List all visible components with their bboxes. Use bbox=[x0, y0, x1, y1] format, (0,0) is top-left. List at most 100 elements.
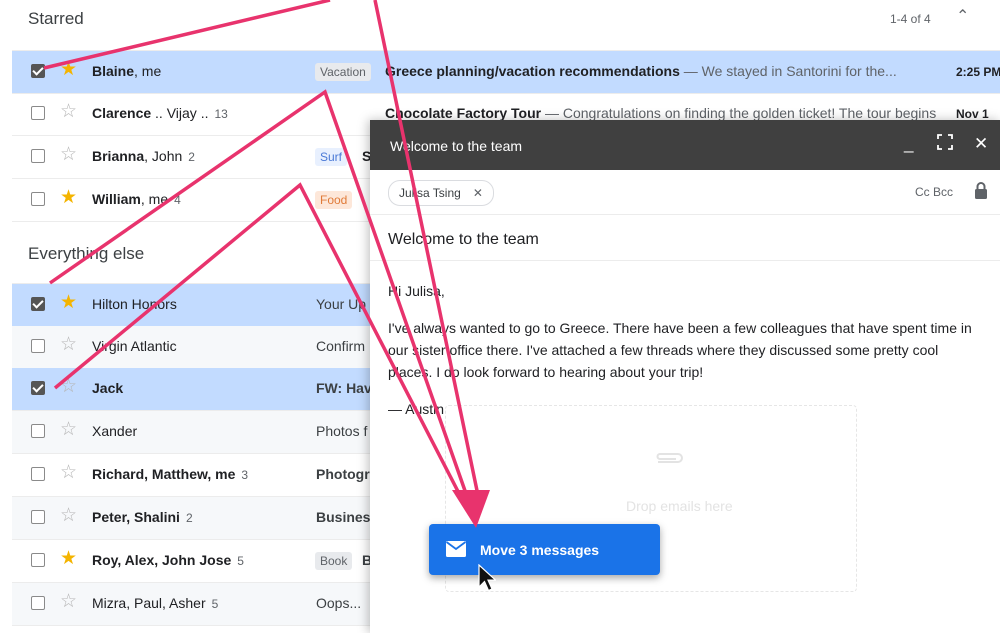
sender-primary: Peter, Shalini bbox=[92, 509, 180, 525]
star-icon[interactable]: ★ bbox=[60, 293, 77, 313]
subject-text: Photogr bbox=[316, 466, 370, 482]
sender-name: William, me 4 bbox=[92, 191, 181, 207]
lock-icon[interactable] bbox=[974, 182, 988, 205]
body-paragraph: I've always wanted to go to Greece. Ther… bbox=[388, 320, 972, 380]
sender-primary: Xander bbox=[92, 423, 138, 439]
paperclip-icon bbox=[652, 450, 686, 471]
close-icon[interactable]: ✕ bbox=[974, 134, 988, 154]
fullscreen-icon[interactable] bbox=[937, 134, 953, 155]
label-chip[interactable]: Surf bbox=[315, 148, 348, 166]
chevron-up-icon[interactable]: ⌃ bbox=[956, 6, 969, 26]
sender-primary: Clarence bbox=[92, 105, 152, 121]
subject-text: Photos f bbox=[316, 423, 368, 439]
label-chip[interactable]: Book bbox=[315, 552, 353, 570]
drop-zone-text: Drop emails here bbox=[626, 498, 733, 514]
star-icon[interactable]: ☆ bbox=[60, 145, 77, 165]
mouse-cursor-icon bbox=[478, 563, 498, 597]
sender-primary: Hilton Honors bbox=[92, 296, 177, 312]
sender-name: Brianna, John 2 bbox=[92, 148, 195, 164]
select-checkbox[interactable] bbox=[31, 553, 45, 567]
recipients-row[interactable]: Julisa Tsing ✕ Cc Bcc bbox=[370, 170, 1000, 215]
sender-name: Virgin Atlantic bbox=[92, 338, 177, 354]
thread-count: 4 bbox=[174, 193, 181, 207]
select-checkbox[interactable] bbox=[31, 192, 45, 206]
pagination-count: 1-4 of 4 bbox=[890, 12, 931, 26]
star-icon[interactable]: ☆ bbox=[60, 335, 77, 355]
date-text: 2:25 PM bbox=[956, 65, 1000, 79]
label-chip[interactable]: Food bbox=[315, 191, 353, 209]
compose-header: Welcome to the team _ ✕ bbox=[370, 120, 1000, 170]
sender-others: , me bbox=[140, 191, 169, 207]
select-checkbox[interactable] bbox=[31, 467, 45, 481]
sender-name: Clarence .. Vijay .. 13 bbox=[92, 105, 228, 121]
sender-name: Richard, Matthew, me 3 bbox=[92, 466, 248, 482]
subject-line: Greece planning/vacation recommendations… bbox=[385, 63, 897, 79]
star-icon[interactable]: ☆ bbox=[60, 420, 77, 440]
sender-primary: Jack bbox=[92, 380, 124, 396]
select-checkbox[interactable] bbox=[31, 510, 45, 524]
sender-primary: Brianna bbox=[92, 148, 145, 164]
subject-divider bbox=[370, 260, 1000, 261]
sender-primary: Mizra, Paul, Asher bbox=[92, 595, 206, 611]
select-checkbox[interactable] bbox=[31, 64, 45, 78]
subject-text: Chocolate Factory Tour bbox=[385, 105, 542, 121]
star-icon[interactable]: ☆ bbox=[60, 592, 77, 612]
thread-count: 5 bbox=[237, 554, 244, 568]
sender-name: Blaine, me bbox=[92, 63, 161, 79]
sender-others: .. Vijay .. bbox=[151, 105, 209, 121]
sender-name: Peter, Shalini 2 bbox=[92, 509, 193, 525]
star-icon[interactable]: ☆ bbox=[60, 377, 77, 397]
star-icon[interactable]: ☆ bbox=[60, 102, 77, 122]
subject-text: Greece planning/vacation recommendations bbox=[385, 63, 680, 79]
sender-name: Mizra, Paul, Asher 5 bbox=[92, 595, 218, 611]
sender-name: Roy, Alex, John Jose 5 bbox=[92, 552, 244, 568]
compose-title: Welcome to the team bbox=[390, 138, 523, 154]
sender-others: , me bbox=[134, 63, 162, 79]
sender-name: Xander bbox=[92, 423, 137, 439]
star-icon[interactable]: ☆ bbox=[60, 463, 77, 483]
star-icon[interactable]: ★ bbox=[60, 60, 77, 80]
subject-text: Oops... bbox=[316, 595, 362, 611]
subject-text: FW: Hav bbox=[316, 380, 372, 396]
date-text: Nov 1 bbox=[956, 107, 989, 121]
subject-text: Your Up bbox=[316, 296, 367, 312]
sender-name: Hilton Honors bbox=[92, 296, 177, 312]
snippet-text: — We stayed in Santorini for the... bbox=[679, 63, 897, 79]
cc-bcc-link[interactable]: Cc Bcc bbox=[915, 185, 953, 199]
remove-recipient-icon[interactable]: ✕ bbox=[473, 186, 483, 200]
select-checkbox[interactable] bbox=[31, 149, 45, 163]
select-checkbox[interactable] bbox=[31, 339, 45, 353]
star-icon[interactable]: ★ bbox=[60, 188, 77, 208]
snippet-text: — Congratulations on finding the golden … bbox=[541, 105, 937, 121]
label-chip[interactable]: Vacation bbox=[315, 63, 371, 81]
subject-field[interactable]: Welcome to the team bbox=[388, 231, 539, 249]
subject-text: Busines bbox=[316, 509, 371, 525]
thread-count: 2 bbox=[188, 150, 195, 164]
starred-section-header: Starred 1-4 of 4 ⌃ bbox=[0, 0, 1000, 36]
move-messages-label: Move 3 messages bbox=[480, 542, 600, 558]
sender-primary: Richard, Matthew, me bbox=[92, 466, 236, 482]
move-messages-button[interactable]: Move 3 messages bbox=[429, 524, 660, 575]
select-checkbox[interactable] bbox=[31, 106, 45, 120]
sender-primary: William bbox=[92, 191, 141, 207]
everything-else-heading: Everything else bbox=[28, 244, 145, 263]
sender-primary: Virgin Atlantic bbox=[92, 338, 177, 354]
envelope-icon bbox=[445, 540, 467, 561]
sender-primary: Blaine bbox=[92, 63, 135, 79]
select-checkbox[interactable] bbox=[31, 297, 45, 311]
select-checkbox[interactable] bbox=[31, 424, 45, 438]
sender-others: , John bbox=[144, 148, 183, 164]
star-icon[interactable]: ☆ bbox=[60, 506, 77, 526]
select-checkbox[interactable] bbox=[31, 596, 45, 610]
thread-count: 5 bbox=[211, 597, 219, 611]
recipient-name: Julisa Tsing bbox=[399, 186, 461, 200]
starred-heading: Starred bbox=[28, 9, 84, 28]
star-icon[interactable]: ★ bbox=[60, 549, 77, 569]
email-row[interactable]: ★ Blaine, me Vacation Greece planning/vacat… bbox=[12, 50, 1000, 94]
subject-text: Confirm bbox=[316, 338, 366, 354]
select-checkbox[interactable] bbox=[31, 381, 45, 395]
greeting-text: Hi Julisa, bbox=[388, 283, 445, 299]
minimize-icon[interactable]: _ bbox=[904, 134, 913, 154]
sender-primary: Roy, Alex, John Jose bbox=[92, 552, 232, 568]
recipient-chip[interactable]: Julisa Tsing ✕ bbox=[388, 180, 494, 206]
